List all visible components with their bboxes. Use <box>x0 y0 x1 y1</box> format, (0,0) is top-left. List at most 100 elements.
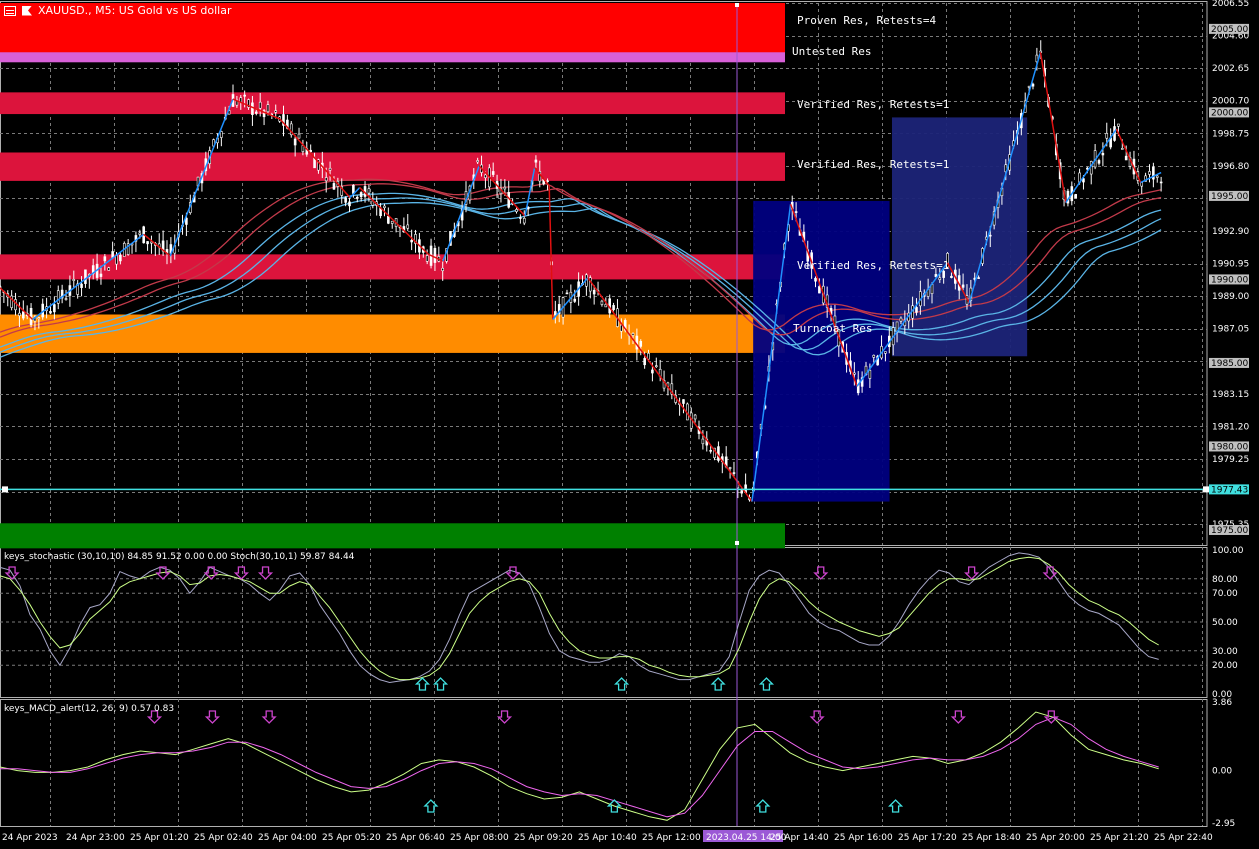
candle-body <box>138 232 142 235</box>
x-tick-label: 25 Apr 01:20 <box>130 833 189 843</box>
candle-body <box>604 304 608 308</box>
candle-body <box>1074 194 1077 199</box>
x-tick-label: 25 Apr 21:20 <box>1090 833 1149 843</box>
macd-tick-label: -2.95 <box>1212 819 1235 829</box>
macd-arrow-down <box>809 710 825 724</box>
y-tick-label: 1989.00 <box>1212 292 1249 302</box>
x-tick-label: 25 Apr 06:40 <box>386 833 445 843</box>
candle-body <box>872 354 876 358</box>
candle-body <box>266 104 270 113</box>
candle-body <box>503 186 507 190</box>
price-label-text: 2005.00 <box>1211 25 1248 35</box>
candle-body <box>56 290 60 304</box>
zigzag-segment <box>1065 128 1118 204</box>
x-tick-label: 25 Apr 12:00 <box>642 833 701 843</box>
candle-body <box>515 209 518 212</box>
candle-body <box>53 304 56 313</box>
candle-body <box>1124 155 1128 161</box>
candle-body <box>988 234 992 237</box>
candle-body <box>732 472 736 474</box>
chart-menu-icon[interactable] <box>4 5 16 16</box>
candle-body <box>899 317 903 322</box>
candle-body <box>522 218 526 224</box>
candle-body <box>297 133 301 139</box>
zone-label-verified-res-3: Verified Res, Retests=1 <box>797 259 950 272</box>
candle-body <box>868 370 872 379</box>
x-tick-label: 25 Apr 22:40 <box>1154 833 1213 843</box>
chart-title: XAUUSD., M5: US Gold vs US dollar <box>38 4 232 17</box>
hline-handle-left <box>2 486 8 493</box>
candle-body <box>950 275 953 278</box>
zone-label-verified-res-2: Verified Res, Retests=1 <box>797 158 950 171</box>
candle-body <box>709 450 712 452</box>
stoch-arrow-down <box>203 566 219 580</box>
stoch-main-line <box>0 552 1159 684</box>
marker-lines[interactable] <box>0 3 1209 826</box>
zigzag-segment <box>587 277 753 503</box>
stoch-arrow-up <box>758 677 775 691</box>
stoch-tick-label: 100.00 <box>1212 546 1244 556</box>
x-tick-label: 24 Apr 2023 <box>2 833 58 843</box>
candle-body <box>546 180 549 183</box>
candle-body <box>274 110 278 113</box>
candle-body <box>740 490 744 494</box>
candle-body <box>64 298 68 300</box>
candle-body <box>1155 175 1159 178</box>
candle-body <box>592 289 596 295</box>
stoch-arrow-up <box>414 677 431 691</box>
candle-body <box>519 217 522 219</box>
macd-signal-line <box>0 716 1159 818</box>
candle-body <box>293 138 297 146</box>
macd-tick-label: 0.00 <box>1212 767 1232 777</box>
stochastic-pane: 100.0080.0070.0050.0030.0020.000.00 <box>0 546 1244 700</box>
candle-body <box>406 224 410 229</box>
candle-body <box>119 254 122 262</box>
macd-label: keys_MACD_alert(12, 26, 9) 0.57 0.83 <box>4 704 175 714</box>
candle-body <box>934 274 938 277</box>
macd-tick-label: 3.86 <box>1212 698 1232 708</box>
candle-body <box>647 352 650 360</box>
candle-body <box>1105 133 1109 139</box>
candle-body <box>654 365 658 367</box>
zone-5 <box>0 314 785 353</box>
stoch-arrow-up <box>432 677 449 691</box>
y-tick-label: 1996.80 <box>1212 162 1249 172</box>
x-tick-label: 25 Apr 02:40 <box>194 833 253 843</box>
price-label-text: 1980.00 <box>1211 442 1248 452</box>
stochastic-label: keys_stochastic (30,10,10) 84.85 91.52 0… <box>4 552 355 562</box>
zigzag-segment <box>552 277 589 320</box>
y-tick-label: 1992.90 <box>1212 227 1249 237</box>
pattern-box-0 <box>753 200 890 502</box>
candle-body <box>103 256 107 262</box>
vline-handle-top <box>735 3 739 7</box>
zone-6 <box>0 523 785 549</box>
y-tick-label: 2000.70 <box>1212 97 1249 107</box>
candle-body <box>484 174 487 178</box>
candle-body <box>425 255 429 262</box>
candle-body <box>18 312 21 317</box>
candle-body <box>534 159 538 163</box>
candle-body <box>1117 123 1120 127</box>
candle-body <box>1148 171 1151 175</box>
zone-label-proven-res: Proven Res, Retests=4 <box>797 14 937 27</box>
x-tick-label: 25 Apr 09:20 <box>514 833 573 843</box>
candle-body <box>324 177 328 182</box>
candle-body <box>631 333 635 336</box>
axes: 2006.552004.602002.652000.701998.751996.… <box>2 0 1249 843</box>
macd-arrow-up <box>888 799 904 813</box>
candle-body <box>942 270 945 278</box>
candle-body <box>794 211 798 213</box>
y-tick-label: 2002.65 <box>1212 64 1249 74</box>
chart-svg[interactable]: 100.00 80.00 70.00 50.00 30.00 20.00 0.00 3.86… <box>0 0 1259 849</box>
symbol-flag-icon <box>22 5 32 16</box>
candle-body <box>72 279 76 281</box>
candle-body <box>600 300 604 305</box>
pane-border <box>0 699 1208 827</box>
y-tick-label: 2006.55 <box>1212 0 1249 9</box>
y-tick-label: 1987.05 <box>1212 325 1249 335</box>
candle-body <box>977 277 980 279</box>
price-label-text: 1977.43 <box>1211 485 1248 495</box>
candle-body <box>84 269 87 284</box>
candle-body <box>938 277 942 280</box>
zone-3 <box>0 152 785 181</box>
